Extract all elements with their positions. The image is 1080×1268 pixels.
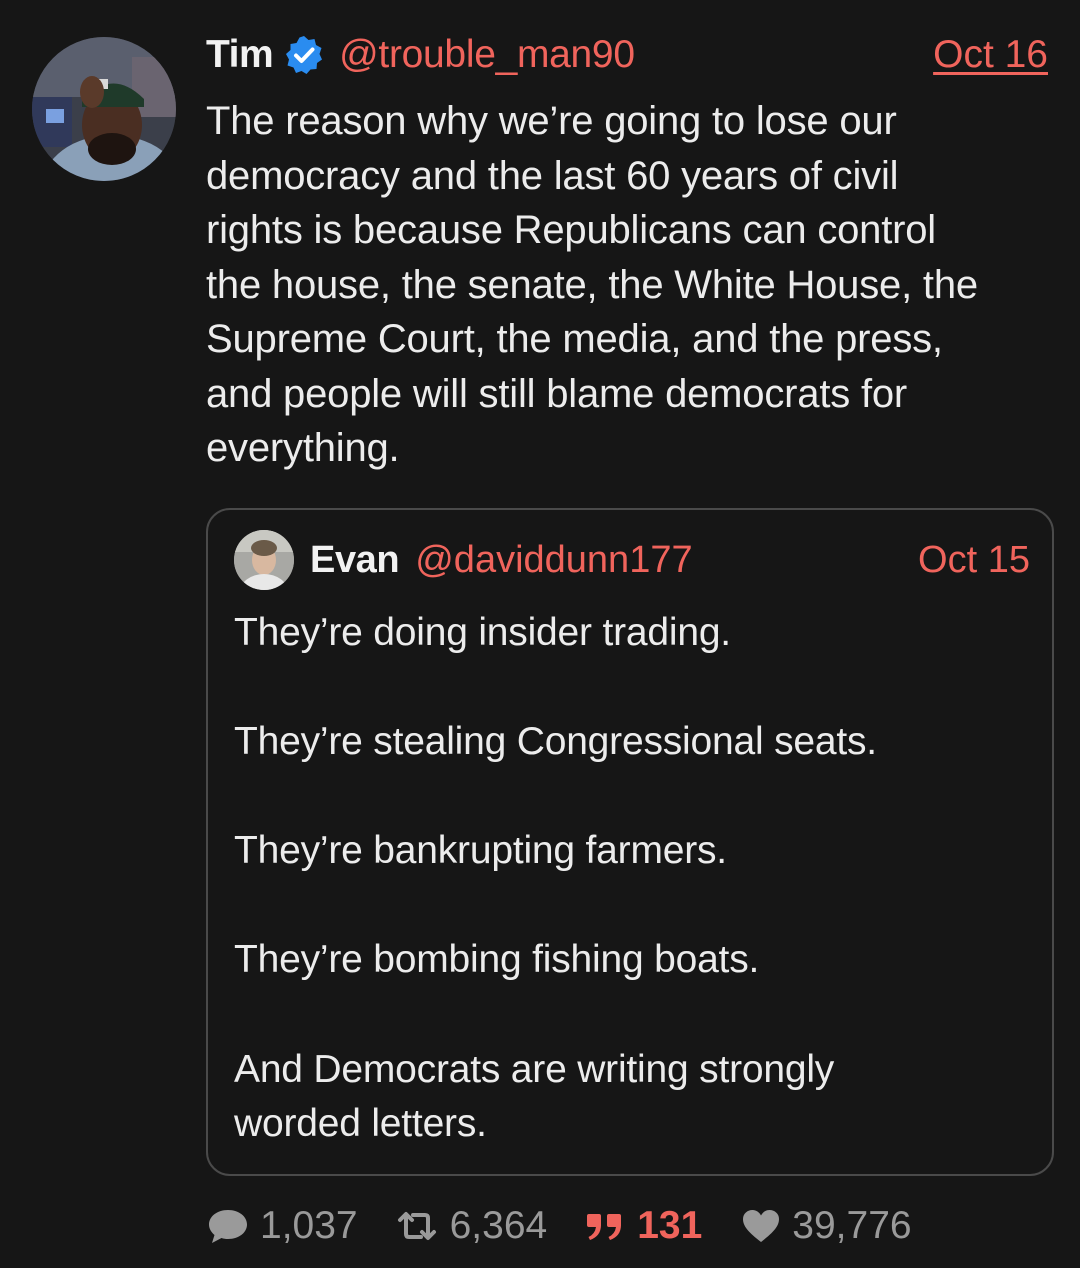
- author-name[interactable]: Tim: [206, 33, 274, 77]
- repost-button[interactable]: 6,364: [394, 1204, 548, 1248]
- author-handle[interactable]: @trouble_man90: [339, 33, 635, 77]
- quote-count: 131: [637, 1204, 703, 1247]
- quoted-post-header: Evan @daviddunn177 Oct 15: [310, 534, 1030, 586]
- post-text: The reason why we’re going to lose our d…: [206, 99, 978, 470]
- quoted-text-line: And Democrats are writing strongly: [234, 1048, 835, 1091]
- reply-button[interactable]: 1,037: [206, 1204, 358, 1248]
- repost-count: 6,364: [449, 1204, 548, 1247]
- like-count: 39,776: [792, 1204, 912, 1247]
- post-date-link[interactable]: Oct 16: [933, 33, 1048, 77]
- quoted-post[interactable]: Evan @daviddunn177 Oct 15 They’re doing …: [206, 508, 1054, 1176]
- quoted-author-handle: @daviddunn177: [415, 538, 693, 581]
- quoted-text-line: They’re bombing fishing boats.: [234, 938, 760, 981]
- quote-marks-icon: [583, 1206, 627, 1246]
- speech-bubble-icon: [206, 1206, 250, 1246]
- quoted-text-line: They’re doing insider trading.: [234, 611, 731, 654]
- like-button[interactable]: 39,776: [740, 1204, 912, 1248]
- action-bar: 1,037 6,364 131 39,776: [206, 1200, 912, 1252]
- reply-count: 1,037: [260, 1204, 358, 1247]
- quoted-text-line: worded letters.: [234, 1102, 487, 1145]
- quoted-post-date: Oct 15: [918, 538, 1030, 581]
- quoted-author-name: Evan: [310, 538, 400, 581]
- quoted-text-line: They’re stealing Congressional seats.: [234, 720, 877, 763]
- author-avatar[interactable]: [32, 37, 176, 181]
- heart-icon: [740, 1206, 782, 1246]
- post-header: Tim @trouble_man90 Oct 16: [206, 30, 1048, 80]
- quote-button[interactable]: 131: [583, 1204, 702, 1248]
- quoted-author-avatar: [234, 530, 294, 590]
- verified-check-icon: [283, 34, 325, 76]
- quoted-text-line: They’re bankrupting farmers.: [234, 829, 727, 872]
- repost-icon: [394, 1206, 440, 1246]
